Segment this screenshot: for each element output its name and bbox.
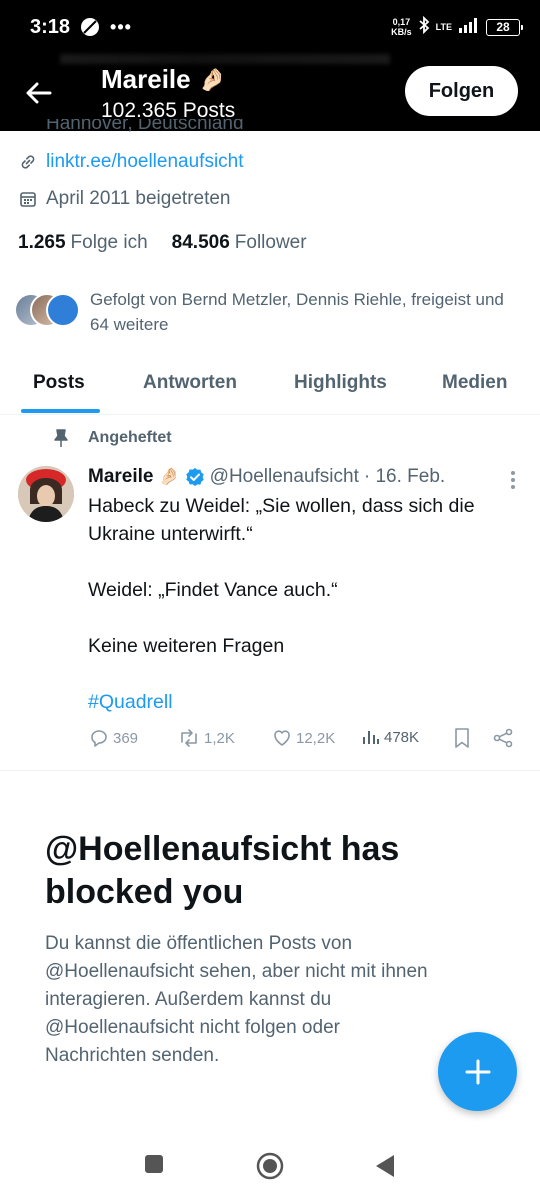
bookmark-button[interactable] — [453, 727, 471, 749]
tweet-header: Mareile 🤌🏻 @Hoellenaufsicht · 16. Feb. — [88, 466, 445, 488]
views-icon — [363, 731, 379, 744]
compose-icon — [465, 1059, 490, 1084]
back-button[interactable] — [22, 76, 56, 110]
location-row: Hannover, Deutschland — [46, 119, 244, 134]
active-tab-indicator — [21, 409, 100, 413]
recents-icon — [145, 1155, 163, 1173]
tweet-date[interactable]: · 16. Feb. — [364, 466, 445, 488]
header-name: Mareile 🤌🏻 — [101, 64, 227, 94]
tweet-line: Weidel: „Findet Vance auch.“ — [88, 579, 338, 601]
tab-media[interactable]: Medien — [442, 372, 507, 394]
like-button[interactable]: 12,2K — [271, 727, 335, 749]
status-more-dots: ••• — [110, 16, 132, 37]
tab-highlights[interactable]: Highlights — [294, 372, 387, 394]
reply-button[interactable]: 369 — [88, 727, 138, 749]
tweet-handle[interactable]: @Hoellenaufsicht — [210, 466, 359, 488]
tweet-actions: 369 1,2K 12,2K 478K — [88, 727, 518, 753]
profile-link[interactable]: linktr.ee/hoellenaufsicht — [46, 151, 244, 173]
bluetooth-icon — [418, 15, 430, 39]
blocked-title: @Hoellenaufsicht has blocked you — [45, 830, 400, 911]
do-not-disturb-icon — [80, 17, 100, 37]
tab-replies[interactable]: Antworten — [143, 372, 237, 394]
tweet-text[interactable]: Habeck zu Weidel: „Sie wollen, dass sich… — [88, 492, 528, 716]
like-icon — [274, 730, 290, 746]
battery-icon: 28 — [486, 18, 523, 36]
link-row[interactable]: linktr.ee/hoellenaufsicht — [18, 151, 244, 173]
calendar-icon — [20, 192, 36, 207]
blocked-description: Du kannst die öffentlichen Posts von @Ho… — [45, 933, 428, 1066]
views-button[interactable]: 478K — [361, 727, 419, 747]
share-icon — [493, 728, 513, 748]
home-button[interactable] — [256, 1152, 284, 1180]
tweet-author[interactable]: Mareile — [88, 466, 153, 488]
recents-button[interactable] — [144, 1154, 164, 1174]
avatar — [46, 293, 80, 327]
back-triangle-icon — [376, 1155, 394, 1177]
joined-row: April 2011 beigetreten — [18, 188, 231, 210]
following-stat[interactable]: 1.265 Folge ich — [18, 232, 148, 254]
repost-button[interactable]: 1,2K — [177, 727, 235, 749]
reply-icon — [91, 730, 107, 747]
home-icon — [256, 1152, 284, 1180]
tweet-line: Habeck zu Weidel: „Sie wollen, dass sich… — [88, 495, 475, 545]
signal-icon — [458, 17, 480, 38]
navigation-bar — [0, 1130, 540, 1200]
more-options-icon[interactable] — [510, 470, 516, 490]
followed-by-text: Gefolgt von Bernd Metzler, Dennis Riehle… — [90, 290, 504, 334]
status-time: 3:18 — [30, 15, 71, 38]
followed-by[interactable]: Gefolgt von Bernd Metzler, Dennis Riehle… — [14, 287, 514, 337]
compose-button[interactable] — [438, 1032, 517, 1111]
status-bar: 3:18 ••• 0,17 KB/s LTE 28 — [0, 0, 540, 54]
profile-tabs: Posts Antworten Highlights Medien — [0, 355, 540, 415]
divider — [0, 770, 540, 771]
link-icon — [21, 155, 35, 169]
tweet-avatar[interactable] — [18, 466, 74, 522]
tab-posts[interactable]: Posts — [33, 372, 85, 394]
share-button[interactable] — [492, 727, 514, 749]
tweet-hashtag[interactable]: #Quadrell — [88, 688, 528, 716]
followers-stat[interactable]: 84.506 Follower — [172, 232, 307, 254]
joined-date: April 2011 beigetreten — [46, 188, 231, 209]
tweet-line: Keine weiteren Fragen — [88, 635, 285, 657]
pin-icon — [54, 429, 68, 447]
back-arrow-icon — [26, 82, 52, 104]
follower-avatars — [14, 293, 80, 329]
back-nav-button[interactable] — [374, 1154, 396, 1178]
follow-stats: 1.265 Folge ich 84.506 Follower — [18, 232, 307, 254]
name-emoji: 🤌🏻 — [198, 66, 227, 92]
network-speed: 0,17 KB/s — [391, 17, 412, 37]
network-type: LTE — [435, 22, 452, 32]
repost-icon — [181, 729, 197, 747]
follow-button[interactable]: Folgen — [405, 66, 518, 116]
header-banner-blur — [60, 54, 390, 64]
author-emoji: 🤌🏻 — [158, 467, 180, 486]
bookmark-icon — [455, 728, 469, 748]
pinned-label: Angeheftet — [52, 428, 172, 448]
verified-icon — [185, 468, 204, 486]
